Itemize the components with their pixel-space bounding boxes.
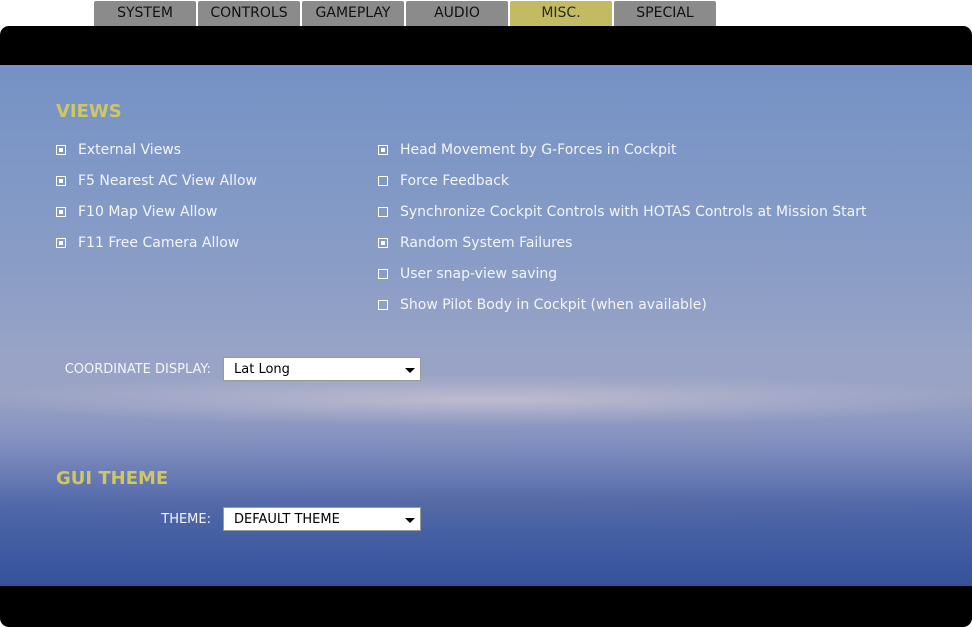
option-random-system-failures[interactable]: Random System Failures bbox=[378, 234, 572, 252]
tab-system[interactable]: SYSTEM bbox=[94, 1, 196, 26]
option-show-pilot-body[interactable]: Show Pilot Body in Cockpit (when availab… bbox=[378, 296, 707, 314]
show-pilot-body-checkbox[interactable] bbox=[378, 300, 388, 310]
option-force-feedback[interactable]: Force Feedback bbox=[378, 172, 509, 190]
option-f5-nearest-ac-view[interactable]: F5 Nearest AC View Allow bbox=[56, 172, 257, 190]
option-label: Head Movement by G-Forces in Cockpit bbox=[400, 142, 677, 158]
top-bar bbox=[0, 26, 972, 65]
snap-view-saving-checkbox[interactable] bbox=[378, 269, 388, 279]
random-failures-checkbox[interactable] bbox=[378, 238, 388, 248]
cloud-band bbox=[0, 375, 972, 425]
f11-free-camera-checkbox[interactable] bbox=[56, 238, 66, 248]
option-synchronize-cockpit-controls[interactable]: Synchronize Cockpit Controls with HOTAS … bbox=[378, 203, 867, 221]
synchronize-controls-checkbox[interactable] bbox=[378, 207, 388, 217]
gui-theme-section-title: GUI THEME bbox=[56, 468, 169, 489]
option-label: Force Feedback bbox=[400, 173, 509, 189]
theme-label: THEME: bbox=[161, 512, 211, 527]
dropdown-arrow-icon[interactable] bbox=[405, 518, 415, 523]
force-feedback-checkbox[interactable] bbox=[378, 176, 388, 186]
dropdown-arrow-icon[interactable] bbox=[405, 368, 415, 373]
tab-audio[interactable]: AUDIO bbox=[406, 1, 508, 26]
theme-select[interactable]: DEFAULT THEME bbox=[223, 507, 421, 531]
f5-nearest-ac-view-checkbox[interactable] bbox=[56, 176, 66, 186]
option-label: F10 Map View Allow bbox=[78, 204, 218, 220]
head-movement-checkbox[interactable] bbox=[378, 145, 388, 155]
option-f10-map-view[interactable]: F10 Map View Allow bbox=[56, 203, 217, 221]
views-section-title: VIEWS bbox=[56, 101, 122, 122]
external-views-checkbox[interactable] bbox=[56, 145, 66, 155]
option-external-views[interactable]: External Views bbox=[56, 141, 181, 159]
options-panel: VIEWS External Views F5 Nearest AC View … bbox=[0, 65, 972, 586]
tab-controls[interactable]: CONTROLS bbox=[198, 1, 300, 26]
option-label: External Views bbox=[78, 142, 182, 158]
option-label: Random System Failures bbox=[400, 235, 573, 251]
tab-misc[interactable]: MISC. bbox=[510, 1, 612, 26]
tab-special[interactable]: SPECIAL bbox=[614, 1, 716, 26]
option-label: Synchronize Cockpit Controls with HOTAS … bbox=[400, 204, 867, 220]
bottom-bar bbox=[0, 586, 972, 627]
coordinate-display-select[interactable]: Lat Long bbox=[223, 357, 421, 381]
option-label: F11 Free Camera Allow bbox=[78, 235, 240, 251]
option-user-snap-view-saving[interactable]: User snap-view saving bbox=[378, 265, 557, 283]
option-label: Show Pilot Body in Cockpit (when availab… bbox=[400, 297, 707, 313]
option-f11-free-camera[interactable]: F11 Free Camera Allow bbox=[56, 234, 239, 252]
option-label: User snap-view saving bbox=[400, 266, 558, 282]
option-label: F5 Nearest AC View Allow bbox=[78, 173, 257, 189]
tab-gameplay[interactable]: GAMEPLAY bbox=[302, 1, 404, 26]
theme-value: DEFAULT THEME bbox=[234, 512, 340, 527]
coordinate-display-label: COORDINATE DISPLAY: bbox=[64, 362, 211, 377]
coordinate-display-value: Lat Long bbox=[234, 362, 290, 377]
f10-map-view-checkbox[interactable] bbox=[56, 207, 66, 217]
option-head-movement-g-forces[interactable]: Head Movement by G-Forces in Cockpit bbox=[378, 141, 676, 159]
